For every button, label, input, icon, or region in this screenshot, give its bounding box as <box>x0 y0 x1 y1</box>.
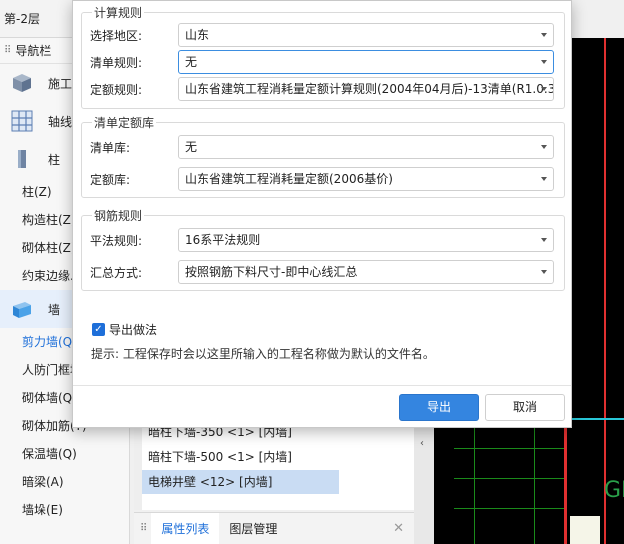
region-label: 选择地区: <box>90 28 143 43</box>
tab-property-list[interactable]: 属性列表 <box>151 512 220 544</box>
export-button[interactable]: 导出 <box>399 394 479 421</box>
cube-icon <box>10 71 34 95</box>
region-row: 选择地区: 山东 <box>90 23 554 47</box>
summary-row: 汇总方式: 按照钢筋下料尺寸-即中心线汇总 <box>90 260 554 284</box>
rebar-rules-group: 钢筋规则 平法规则: 16系平法规则 汇总方式: 按照钢筋下料尺寸-即中心线汇总 <box>81 207 565 291</box>
bill-rule-value: 无 <box>185 55 198 69</box>
close-icon[interactable]: ✕ <box>393 521 404 536</box>
cad-marker <box>570 516 600 544</box>
flat-rule-row: 平法规则: 16系平法规则 <box>90 228 554 252</box>
component-list: 暗柱下墙-350 <1> [内墙] 暗柱下墙-500 <1> [内墙] 电梯井壁… <box>134 420 414 510</box>
chevron-down-icon <box>541 33 547 37</box>
nav-category-label: 墙 <box>48 302 61 317</box>
hint-text: 提示: 工程保存时会以这里所输入的工程名称做为默认的文件名。 <box>91 347 435 361</box>
bill-lib-select[interactable]: 无 <box>178 135 554 159</box>
chevron-down-icon <box>541 145 547 149</box>
flat-rule-label: 平法规则: <box>90 233 143 248</box>
list-item-selected[interactable]: 电梯井壁 <12> [内墙] <box>134 470 339 494</box>
quota-lib-select[interactable]: 山东省建筑工程消耗量定额(2006基价) <box>178 167 554 191</box>
drag-grip-icon[interactable]: ⠿ <box>4 45 11 56</box>
bill-rule-label: 清单规则: <box>90 55 143 70</box>
quota-lib-label: 定额库: <box>90 172 131 187</box>
cad-green-line <box>454 508 564 509</box>
bill-lib-row: 清单库: 无 <box>90 135 554 159</box>
nav-category-label: 施工 <box>48 76 73 91</box>
quota-rule-select[interactable]: 山东省建筑工程消耗量定额计算规则(2004年04月后)-13清单(R1.0.3 <box>178 77 554 101</box>
cad-green-line <box>454 448 564 449</box>
nav-item-wall-pier[interactable]: 墙垛(E) <box>0 496 129 524</box>
chevron-down-icon <box>541 87 547 91</box>
summary-value: 按照钢筋下料尺寸-即中心线汇总 <box>185 265 358 279</box>
column-icon <box>10 147 34 171</box>
export-method-label: 导出做法 <box>109 323 158 337</box>
cad-green-line <box>534 428 535 544</box>
region-select[interactable]: 山东 <box>178 23 554 47</box>
list-item[interactable]: 暗柱下墙-500 <1> [内墙] <box>134 445 339 469</box>
quota-lib-row: 定额库: 山东省建筑工程消耗量定额(2006基价) <box>90 167 554 191</box>
summary-select[interactable]: 按照钢筋下料尺寸-即中心线汇总 <box>178 260 554 284</box>
cad-red-line <box>604 38 606 544</box>
flat-rule-select[interactable]: 16系平法规则 <box>178 228 554 252</box>
nav-item-insulation-wall[interactable]: 保温墙(Q) <box>0 440 129 468</box>
chevron-left-icon[interactable]: ‹ <box>420 438 424 449</box>
floor-selector[interactable]: 第-2层 <box>0 0 80 38</box>
wall-icon <box>10 297 34 321</box>
quota-rule-row: 定额规则: 山东省建筑工程消耗量定额计算规则(2004年04月后)-13清单(R… <box>90 77 554 101</box>
quota-rule-label: 定额规则: <box>90 82 143 97</box>
quota-lib-value: 山东省建筑工程消耗量定额(2006基价) <box>185 172 393 186</box>
group-title: 清单定额库 <box>92 114 157 131</box>
bill-quota-lib-group: 清单定额库 清单库: 无 定额库: 山东省建筑工程消耗量定额(2006基价) <box>81 114 565 198</box>
drag-grip-icon[interactable]: ⠿ <box>140 523 147 534</box>
grid-icon <box>10 109 34 133</box>
cad-green-line <box>474 428 475 544</box>
export-method-checkbox[interactable]: ✓ <box>92 323 105 336</box>
group-title: 计算规则 <box>92 4 145 21</box>
calc-rules-group: 计算规则 选择地区: 山东 清单规则: 无 定额规则: 山东省建筑工程消耗量定额… <box>81 4 565 109</box>
floor-label: 第-2层 <box>4 12 40 26</box>
divider <box>73 385 571 386</box>
bill-lib-label: 清单库: <box>90 140 131 155</box>
export-method-row[interactable]: ✓ 导出做法 <box>92 321 157 338</box>
quota-rule-value: 山东省建筑工程消耗量定额计算规则(2004年04月后)-13清单(R1.0.3 <box>185 82 554 96</box>
cancel-button[interactable]: 取消 <box>485 394 565 421</box>
cad-gb-label: GB <box>604 478 624 503</box>
tab-layer-management[interactable]: 图层管理 <box>219 513 287 544</box>
cad-green-line <box>454 478 564 479</box>
list-scrollbar[interactable] <box>134 420 142 510</box>
flat-rule-value: 16系平法规则 <box>185 233 261 247</box>
bill-lib-value: 无 <box>185 140 198 154</box>
chevron-down-icon <box>541 177 547 181</box>
bill-rule-select[interactable]: 无 <box>178 50 554 74</box>
group-title: 钢筋规则 <box>92 207 145 224</box>
summary-label: 汇总方式: <box>90 265 143 280</box>
nav-category-label: 柱 <box>48 152 61 167</box>
export-dialog: 计算规则 选择地区: 山东 清单规则: 无 定额规则: 山东省建筑工程消耗量定额… <box>72 0 572 428</box>
bottom-tab-bar: ⠿ 属性列表 图层管理 ✕ <box>134 512 414 544</box>
chevron-down-icon <box>541 238 547 242</box>
nav-title: 导航栏 <box>15 44 52 58</box>
region-value: 山东 <box>185 28 210 42</box>
nav-category-label: 轴线 <box>48 114 73 129</box>
bill-rule-row: 清单规则: 无 <box>90 50 554 74</box>
chevron-down-icon <box>541 60 547 64</box>
chevron-down-icon <box>541 270 547 274</box>
nav-item-hidden-beam[interactable]: 暗梁(A) <box>0 468 129 496</box>
